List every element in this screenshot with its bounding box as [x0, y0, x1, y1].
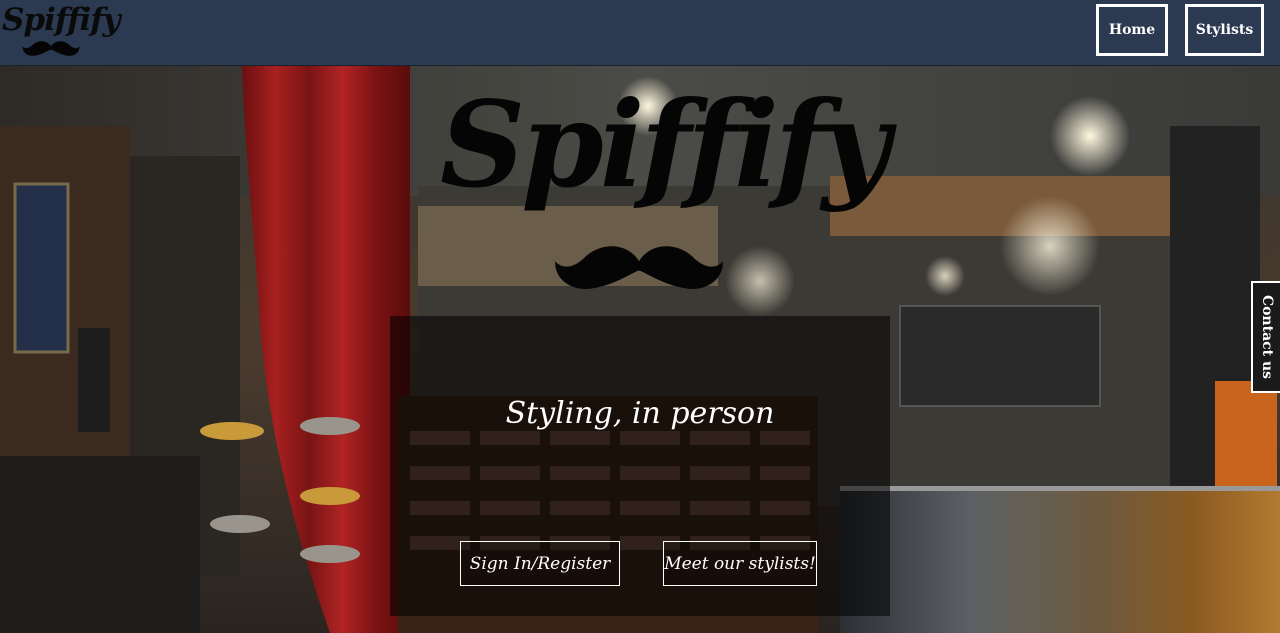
top-navbar: Spiffify Home Stylists — [0, 0, 1280, 66]
nav-home-button[interactable]: Home — [1096, 4, 1168, 56]
mustache-icon — [555, 246, 723, 289]
brand-logo[interactable]: Spiffify — [2, 2, 121, 60]
brand-name: Spiffify — [2, 2, 121, 38]
hero-tagline: Styling, in person — [505, 396, 775, 431]
contact-us-label: Contact us — [1258, 294, 1275, 380]
mustache-icon — [22, 41, 80, 56]
contact-us-tab[interactable]: Contact us — [1251, 281, 1280, 393]
signin-register-button[interactable]: Sign In/Register — [460, 541, 620, 586]
hero-section: Spiffify Styling, in person Sign In/Regi… — [0, 66, 1280, 633]
hero-logo-text: Spiffify — [440, 75, 890, 214]
nav-stylists-button[interactable]: Stylists — [1185, 4, 1264, 56]
meet-stylists-button[interactable]: Meet our stylists! — [663, 541, 817, 586]
